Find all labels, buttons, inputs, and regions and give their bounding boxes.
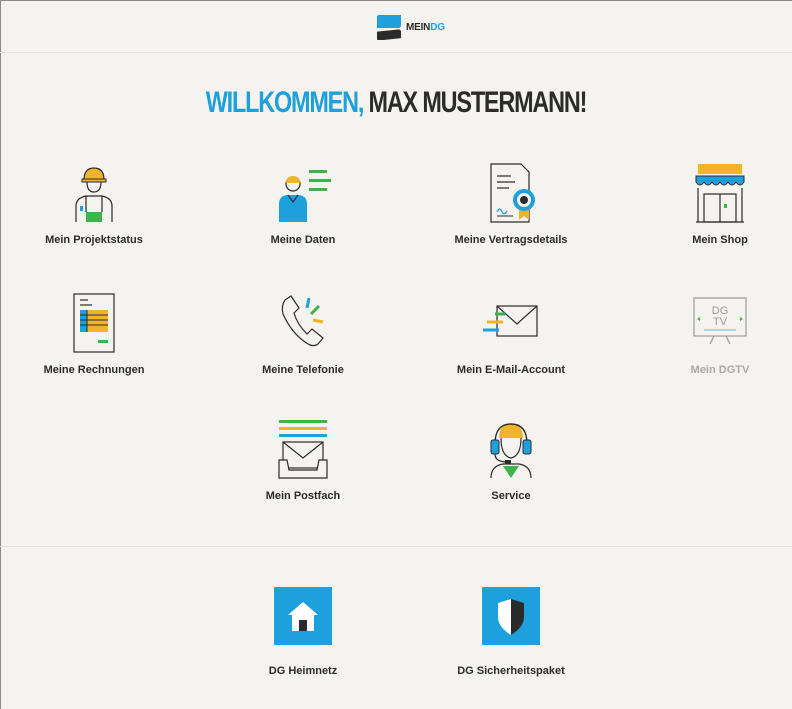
tile-service[interactable]: Service bbox=[411, 418, 611, 502]
tile-shop[interactable]: Mein Shop bbox=[620, 162, 792, 246]
tile-projektstatus[interactable]: Mein Projektstatus bbox=[0, 162, 194, 246]
tile-meine-daten[interactable]: Meine Daten bbox=[203, 162, 403, 246]
tile-label: Meine Telefonie bbox=[262, 364, 344, 376]
tile-label: Meine Rechnungen bbox=[43, 364, 145, 376]
tile-vertragsdetails[interactable]: Meine Vertragsdetails bbox=[411, 162, 611, 246]
logo-text: MEINDG bbox=[406, 22, 445, 33]
tile-label: DG Sicherheitspaket bbox=[457, 665, 565, 677]
construction-worker-icon bbox=[75, 167, 113, 222]
welcome-title: WILLKOMMEN, MAX MUSTERMANN! bbox=[87, 86, 705, 120]
mailbox-icon bbox=[278, 420, 328, 479]
tile-label: Meine Vertragsdetails bbox=[454, 234, 568, 246]
home-network-icon bbox=[274, 587, 332, 645]
tile-label: Mein E-Mail-Account bbox=[456, 364, 566, 376]
meindg-logo-icon bbox=[377, 15, 401, 40]
tile-label: Meine Daten bbox=[270, 234, 336, 246]
tile-label: Mein DGTV bbox=[690, 364, 750, 376]
welcome-prefix: WILLKOMMEN, bbox=[205, 86, 365, 119]
welcome-user-name: MAX MUSTERMANN! bbox=[368, 86, 588, 119]
tile-email-account[interactable]: Mein E-Mail-Account bbox=[411, 292, 611, 376]
logo-text-mein: MEIN bbox=[406, 21, 431, 33]
headset-service-icon bbox=[490, 423, 532, 479]
security-shield-icon bbox=[482, 587, 540, 645]
tile-postfach[interactable]: Mein Postfach bbox=[203, 418, 403, 502]
email-icon bbox=[483, 305, 538, 337]
tile-heimnetz[interactable]: DG Heimnetz bbox=[203, 587, 403, 677]
tile-rechnungen[interactable]: Meine Rechnungen bbox=[0, 292, 194, 376]
shop-icon bbox=[695, 164, 745, 223]
section-divider bbox=[0, 546, 792, 547]
meindg-logo[interactable]: MEINDG bbox=[374, 14, 445, 40]
header: MEINDG bbox=[0, 0, 792, 53]
tile-sicherheitspaket[interactable]: DG Sicherheitspaket bbox=[411, 587, 611, 677]
tile-telefonie[interactable]: Meine Telefonie bbox=[203, 292, 403, 376]
tv-icon: DG TV bbox=[693, 297, 747, 345]
invoice-icon bbox=[73, 293, 115, 353]
user-data-icon bbox=[279, 170, 331, 222]
logo-text-dg: DG bbox=[430, 21, 445, 33]
tile-label: Mein Projektstatus bbox=[45, 234, 143, 246]
tile-dgtv[interactable]: DG TV Mein DGTV bbox=[620, 292, 792, 376]
contract-certificate-icon bbox=[490, 163, 535, 223]
tile-label: Service bbox=[491, 490, 531, 502]
tile-label: Mein Postfach bbox=[265, 490, 341, 502]
tile-label: DG Heimnetz bbox=[268, 665, 338, 677]
tile-label: Mein Shop bbox=[692, 234, 748, 246]
tv-screen-text: DG TV bbox=[712, 305, 729, 328]
phone-icon bbox=[281, 295, 324, 347]
